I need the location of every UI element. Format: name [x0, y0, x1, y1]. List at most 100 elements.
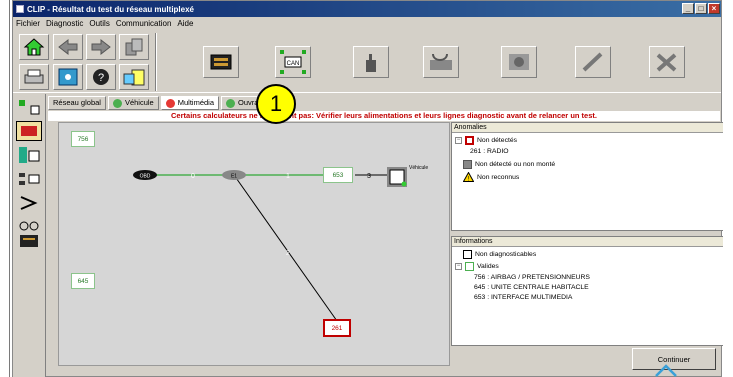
help-icon: ?	[93, 69, 109, 85]
printer-button[interactable]	[19, 64, 49, 90]
can-icon	[21, 126, 37, 136]
tab-reseau-global[interactable]: Réseau global	[48, 96, 106, 110]
maximize-button[interactable]: □	[695, 3, 707, 14]
can-link-icon	[19, 173, 40, 185]
tab-multimedia-label: Multimédia	[177, 98, 214, 107]
tab-vehicule[interactable]: Véhicule	[107, 96, 159, 110]
valid-label: Valides	[477, 263, 499, 270]
hand-icon	[366, 54, 376, 72]
sidebar-ecu[interactable]	[16, 231, 42, 251]
line-label-2: 2	[286, 250, 290, 257]
arrow-left-icon	[58, 38, 78, 56]
status-error-icon	[165, 98, 175, 108]
minimize-button[interactable]: _	[682, 3, 694, 14]
not-diagnosable-label: Non diagnosticables	[475, 251, 537, 258]
home-icon	[23, 38, 45, 56]
vehicle-status-icon	[401, 181, 407, 187]
documents-button[interactable]	[119, 34, 149, 60]
sidebar-can-bus[interactable]	[16, 145, 42, 165]
menu-aide[interactable]: Aide	[177, 18, 193, 30]
ecu-756[interactable]: 756	[71, 131, 95, 147]
line-label-3: 3	[367, 173, 371, 180]
vehicle-node-inner	[389, 169, 405, 185]
app-icon	[16, 5, 24, 13]
line-label-1: 1	[286, 173, 290, 180]
item-756-label: 756 : AIRBAG / PRETENSIONNEURS	[474, 274, 590, 281]
tools-button[interactable]	[501, 46, 537, 78]
sidebar-can-diagram[interactable]	[16, 97, 42, 117]
expand-icon[interactable]: −	[455, 137, 462, 144]
informations-header: Informations	[452, 237, 731, 247]
black-box-icon	[463, 250, 472, 259]
network-button[interactable]	[53, 64, 83, 90]
close-button[interactable]: ×	[708, 3, 720, 14]
report-icon	[123, 69, 145, 86]
ecu-icon	[20, 235, 38, 247]
warning-icon: !	[463, 172, 474, 182]
report-button[interactable]	[119, 64, 149, 90]
tools-icon	[509, 54, 529, 70]
home-button[interactable]	[19, 34, 49, 60]
window-title: CLIP - Résultat du test du réseau multip…	[27, 5, 194, 14]
tree-node-not-mounted[interactable]: Non détecté ou non monté	[463, 160, 555, 169]
green-box-icon	[465, 262, 474, 271]
ecu-653[interactable]: 653	[323, 167, 353, 183]
clip-window: CLIP - Résultat du test du réseau multip…	[12, 0, 732, 377]
can-network-button[interactable]: CAN	[275, 46, 311, 78]
hand-button[interactable]	[353, 46, 389, 78]
tree-item-756[interactable]: 756 : AIRBAG / PRETENSIONNEURS	[474, 274, 590, 281]
ecu-261[interactable]: 261	[323, 319, 351, 337]
glasses-icon	[19, 221, 39, 231]
status-ok-icon	[226, 98, 235, 108]
tree-item-261[interactable]: 261 : RADIO	[470, 148, 509, 155]
tab-vehicule-label: Véhicule	[124, 98, 154, 107]
sidebar-connector[interactable]	[16, 193, 42, 213]
not-recognized-label: Non reconnus	[477, 173, 520, 181]
help-button[interactable]: ?	[86, 64, 116, 90]
wrench-icon	[582, 52, 603, 72]
ecu-645[interactable]: 645	[71, 273, 95, 289]
obd-label: OBD	[140, 174, 151, 180]
menu-communication[interactable]: Communication	[116, 18, 172, 30]
stethoscope-button[interactable]	[423, 46, 459, 78]
back-button[interactable]	[53, 34, 83, 60]
network-diagram: OBD E1 0 1 3 2 Véhicule 756 645 653 261	[58, 122, 450, 366]
pointer-arrow-icon	[655, 364, 677, 377]
wrench-button[interactable]	[575, 46, 611, 78]
ecu-button[interactable]	[203, 46, 239, 78]
item-653-label: 653 : INTERFACE MULTIMEDIA	[474, 294, 573, 301]
not-detected-label: Non détectés	[477, 137, 518, 144]
screenshot: CLIP - Résultat du test du réseau multip…	[0, 0, 733, 377]
tree-node-not-recognized[interactable]: ! Non reconnus	[463, 172, 519, 182]
tree-item-653[interactable]: 653 : INTERFACE MULTIMEDIA	[474, 294, 572, 301]
left-margin	[0, 0, 10, 377]
callout-badge: 1	[256, 84, 296, 124]
tree-item-645[interactable]: 645 : UNITE CENTRALE HABITACLE	[474, 284, 589, 291]
item-645-label: 645 : UNITE CENTRALE HABITACLE	[474, 284, 589, 291]
can-label: CAN	[287, 61, 300, 67]
sidebar-can-link[interactable]	[16, 169, 42, 189]
expand-icon[interactable]: −	[455, 263, 462, 270]
sidebar-can-button[interactable]	[16, 121, 42, 141]
connector-icon	[20, 196, 38, 210]
tree-node-valid[interactable]: − Valides	[455, 262, 499, 271]
right-margin	[723, 0, 733, 377]
forward-button[interactable]	[86, 34, 116, 60]
tab-multimedia[interactable]: Multimédia	[160, 96, 219, 110]
menu-diagnostic[interactable]: Diagnostic	[46, 18, 83, 30]
tree-node-not-diagnosable[interactable]: Non diagnosticables	[463, 250, 536, 259]
radio-link-line	[233, 174, 338, 322]
status-ok-icon	[112, 98, 122, 108]
menu-fichier[interactable]: Fichier	[16, 18, 40, 30]
cross-tool-icon	[656, 53, 677, 72]
not-mounted-label: Non détecté ou non monté	[475, 161, 556, 168]
grey-box-icon	[463, 160, 472, 169]
network-lines: OBD E1 0 1 3 2 Véhicule	[133, 165, 428, 322]
stethoscope-icon	[430, 53, 452, 70]
e1-label: E1	[231, 174, 237, 180]
disable-button[interactable]	[649, 46, 685, 78]
tree-node-not-detected[interactable]: − Non détectés	[455, 136, 517, 145]
menu-outils[interactable]: Outils	[89, 18, 109, 30]
network-icon	[58, 68, 78, 86]
printer-icon	[24, 69, 44, 84]
